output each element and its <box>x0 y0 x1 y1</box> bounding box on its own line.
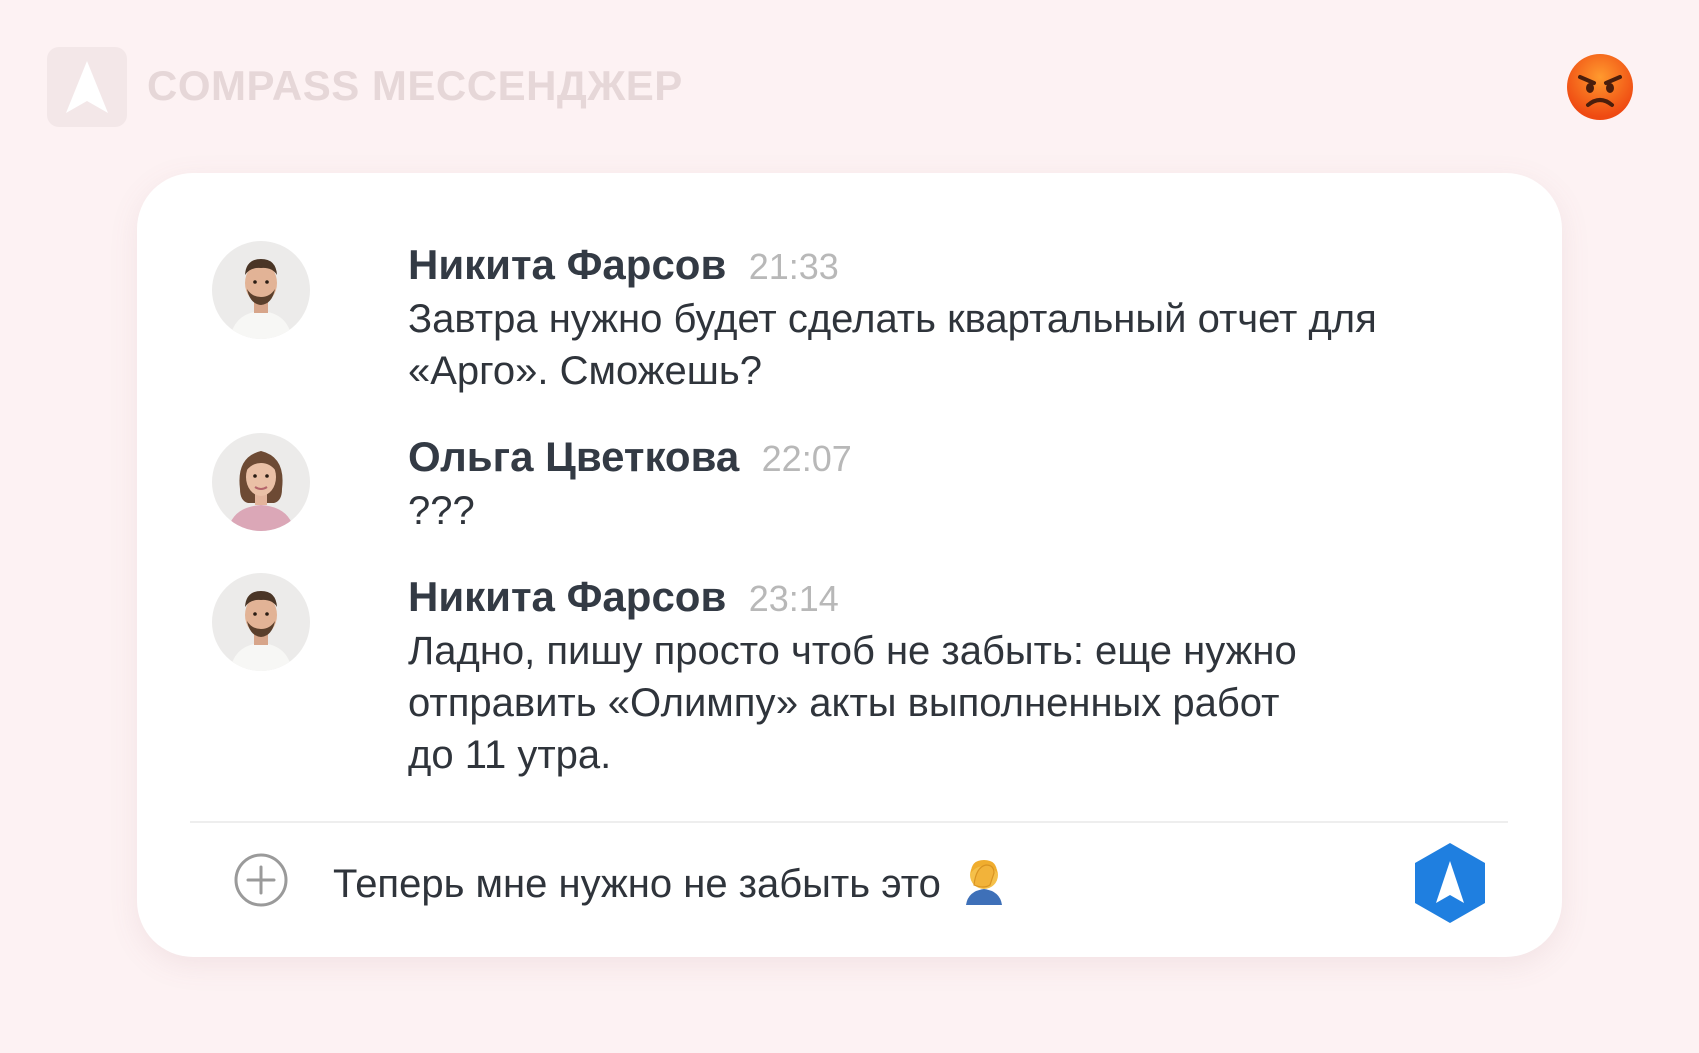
angry-face-icon[interactable] <box>1566 53 1634 121</box>
facepalm-emoji-icon <box>965 860 1002 905</box>
message-input[interactable]: Теперь мне нужно не забыть это <box>333 855 1008 910</box>
message-line: «Арго». Сможешь? <box>408 349 762 393</box>
message-time: 21:33 <box>748 246 839 287</box>
plus-circle-icon[interactable] <box>233 852 289 908</box>
message-header: Никита Фарсов 21:33 <box>408 241 839 289</box>
chat-card: Никита Фарсов 21:33 Завтра нужно будет с… <box>137 173 1562 957</box>
message-text: Завтра нужно будет сделать квартальный о… <box>408 293 1488 397</box>
message-line: ??? <box>408 489 475 533</box>
message-line: Ладно, пишу просто чтоб не забыть: еще н… <box>408 629 1297 673</box>
author-name[interactable]: Никита Фарсов <box>408 573 726 620</box>
compass-send-icon[interactable] <box>1412 841 1488 925</box>
message-line: Завтра нужно будет сделать квартальный о… <box>408 297 1377 341</box>
message-header: Ольга Цветкова 22:07 <box>408 433 852 481</box>
woman-avatar[interactable] <box>212 433 310 531</box>
message-input-text: Теперь мне нужно не забыть это <box>333 862 941 906</box>
composer-divider <box>190 821 1508 823</box>
message-item: Никита Фарсов 23:14 Ладно, пишу просто ч… <box>212 573 1512 793</box>
message-text: ??? <box>408 485 1488 537</box>
man-avatar[interactable] <box>212 241 310 339</box>
message-line: до 11 утра. <box>408 733 612 777</box>
top-bar: COMPASS МЕССЕНДЖЕР <box>0 0 1699 160</box>
compass-logo-icon <box>47 47 127 127</box>
author-name[interactable]: Никита Фарсов <box>408 241 726 288</box>
message-line: отправить «Олимпу» акты выполненных рабо… <box>408 681 1280 725</box>
message-item: Ольга Цветкова 22:07 ??? <box>212 433 1512 543</box>
message-text: Ладно, пишу просто чтоб не забыть: еще н… <box>408 625 1488 781</box>
author-name[interactable]: Ольга Цветкова <box>408 433 739 480</box>
message-header: Никита Фарсов 23:14 <box>408 573 839 621</box>
message-item: Никита Фарсов 21:33 Завтра нужно будет с… <box>212 241 1512 401</box>
message-time: 22:07 <box>761 438 852 479</box>
man-avatar[interactable] <box>212 573 310 671</box>
message-time: 23:14 <box>748 578 839 619</box>
brand-title: COMPASS МЕССЕНДЖЕР <box>147 62 683 109</box>
